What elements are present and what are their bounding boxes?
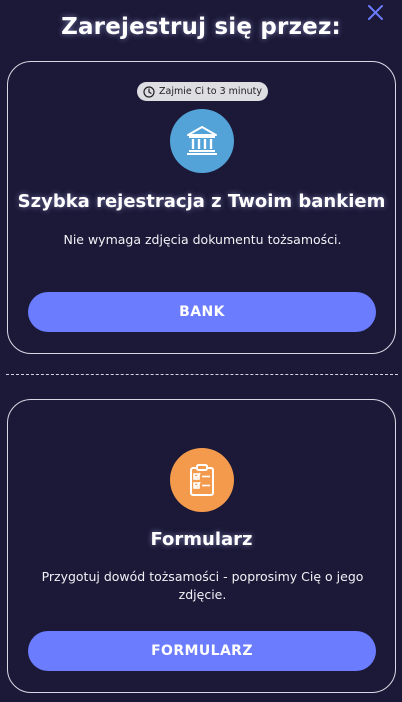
bank-registration-card: Zajmie Ci to 3 minuty Szybka rejestracja… <box>7 61 396 354</box>
dashed-divider <box>6 374 398 375</box>
bank-card-title: Szybka rejestracja z Twoim bankiem <box>17 191 386 212</box>
time-estimate-badge: Zajmie Ci to 3 minuty <box>137 82 268 101</box>
form-button[interactable]: FORMULARZ <box>28 631 376 671</box>
bank-card-description: Nie wymaga zdjęcia dokumentu tożsamości. <box>63 232 342 247</box>
bank-icon <box>170 109 234 173</box>
form-registration-card: Formularz Przygotuj dowód tożsamości - p… <box>7 399 396 693</box>
time-estimate-text: Zajmie Ci to 3 minuty <box>159 86 262 97</box>
form-card-title: Formularz <box>150 529 253 550</box>
clock-icon <box>143 85 155 98</box>
clipboard-checklist-icon <box>170 448 234 512</box>
page-title: Zarejestruj się przez: <box>61 14 341 40</box>
bank-button[interactable]: BANK <box>28 292 376 332</box>
form-card-description: Przygotuj dowód tożsamości - poprosimy C… <box>41 569 364 602</box>
